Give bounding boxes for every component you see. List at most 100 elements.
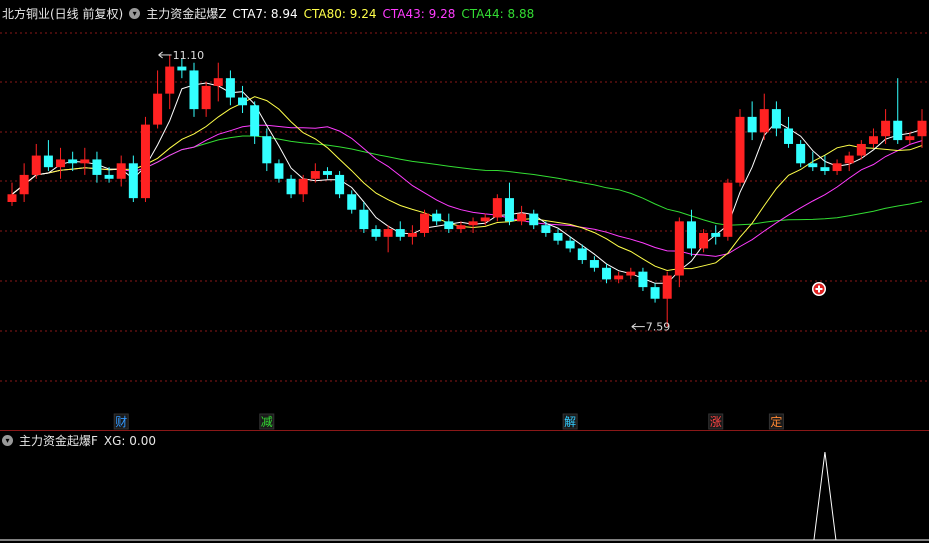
candle-body: [80, 159, 90, 164]
candle-body: [517, 213, 527, 222]
add-indicator-icon[interactable]: [812, 282, 826, 296]
candle-body: [92, 159, 102, 175]
candle-body: [140, 124, 150, 199]
candle-body: [832, 163, 842, 172]
candle-body: [541, 225, 551, 233]
xg-spike: [813, 451, 837, 541]
candle-body: [310, 171, 320, 179]
candle-body: [844, 155, 854, 164]
event-marker: 减: [261, 415, 273, 429]
candle-body: [116, 163, 126, 179]
candle-body: [432, 213, 442, 222]
candle-body: [784, 128, 794, 144]
cta44-readout: CTA44: 8.88: [461, 6, 535, 21]
candle-body: [420, 213, 430, 233]
candle-body: [444, 221, 454, 230]
candle-body: [456, 225, 466, 230]
candle-body: [238, 97, 248, 106]
candle-body: [917, 120, 927, 137]
indicator-title[interactable]: 主力资金起爆Z: [146, 5, 226, 22]
candle-body: [43, 155, 53, 168]
candle-body: [868, 136, 878, 144]
stock-title: 北方铜业(日线 前复权): [2, 7, 124, 21]
candle-body: [759, 109, 769, 133]
event-marker: 财: [115, 415, 127, 429]
candle-body: [492, 198, 502, 218]
candle-body: [856, 143, 866, 156]
candle-body: [335, 174, 345, 195]
candle-body: [796, 143, 806, 164]
candle-body: [250, 105, 260, 137]
candle-body: [735, 116, 745, 183]
candle-body: [322, 171, 332, 175]
candle-body: [7, 194, 17, 202]
candle-body: [371, 229, 381, 237]
candle-body: [177, 66, 187, 71]
candle-body: [262, 136, 272, 164]
candle-body: [56, 159, 66, 168]
candle-body: [650, 287, 660, 299]
chevron-down-icon[interactable]: ▾: [2, 435, 13, 446]
candle-body: [504, 198, 514, 222]
candle-body: [298, 178, 308, 195]
candle-body: [577, 248, 587, 261]
event-marker: 解: [564, 415, 576, 429]
candle-body: [31, 155, 41, 175]
candle-body: [626, 271, 636, 276]
candle-body: [347, 194, 357, 210]
candle-body: [905, 136, 915, 141]
event-markers: 财减解涨定: [113, 413, 784, 430]
sub-indicator-panel: [0, 451, 929, 541]
candle-body: [723, 182, 733, 237]
candle-body: [468, 221, 478, 226]
cta7-readout: CTA7: 8.94: [232, 6, 298, 21]
candle-body: [529, 213, 539, 226]
cta80-readout: CTA80: 9.24: [303, 6, 377, 21]
candle-body: [395, 229, 405, 237]
candle-body: [602, 267, 612, 280]
candle-body: [213, 78, 223, 86]
candle-body: [153, 93, 163, 125]
panel-separator: [0, 430, 929, 431]
price-annotations: 11.10 7.59: [158, 49, 671, 334]
candle-body: [662, 275, 672, 299]
candle-body: [893, 120, 903, 141]
candle-body: [201, 85, 211, 110]
candle-body: [614, 275, 624, 280]
candle-body: [699, 232, 709, 249]
candle-body: [565, 240, 575, 249]
candle-body: [189, 70, 199, 110]
candle-body: [808, 163, 818, 168]
cta43-readout: CTA43: 9.28: [382, 6, 456, 21]
candle-body: [104, 174, 114, 179]
candle-body: [128, 163, 138, 199]
candle-body: [771, 109, 781, 129]
candle-body: [274, 163, 284, 179]
xg-readout: XG: 0.00: [103, 433, 157, 448]
candle-body: [19, 174, 29, 195]
event-marker: 定: [770, 414, 782, 429]
candle-body: [286, 178, 296, 195]
chevron-down-icon[interactable]: ▾: [129, 8, 141, 19]
event-marker: 涨: [710, 414, 722, 429]
price-annotation: 7.59: [646, 321, 671, 334]
price-annotation: 11.10: [173, 49, 205, 62]
candle-body: [165, 66, 175, 94]
sub-indicator-title[interactable]: 主力资金起爆F: [19, 432, 98, 449]
candle-body: [881, 120, 891, 137]
candle-body: [589, 260, 599, 268]
candlesticks[interactable]: [7, 54, 927, 327]
candle-body: [686, 221, 696, 249]
grid-lines: [0, 32, 929, 382]
candle-body: [747, 116, 757, 133]
candle-body: [225, 78, 235, 98]
sub-header: ▾ 主力资金起爆F XG: 0.00: [2, 432, 156, 449]
candle-body: [553, 232, 563, 241]
candle-body: [480, 217, 490, 222]
stock-chart[interactable]: 11.10 7.59 财 减 解 涨 定: [0, 0, 929, 543]
candle-body: [68, 159, 78, 164]
candle-body: [359, 209, 369, 230]
candle-body: [674, 221, 684, 276]
candle-body: [820, 167, 830, 172]
candle-body: [711, 232, 721, 237]
